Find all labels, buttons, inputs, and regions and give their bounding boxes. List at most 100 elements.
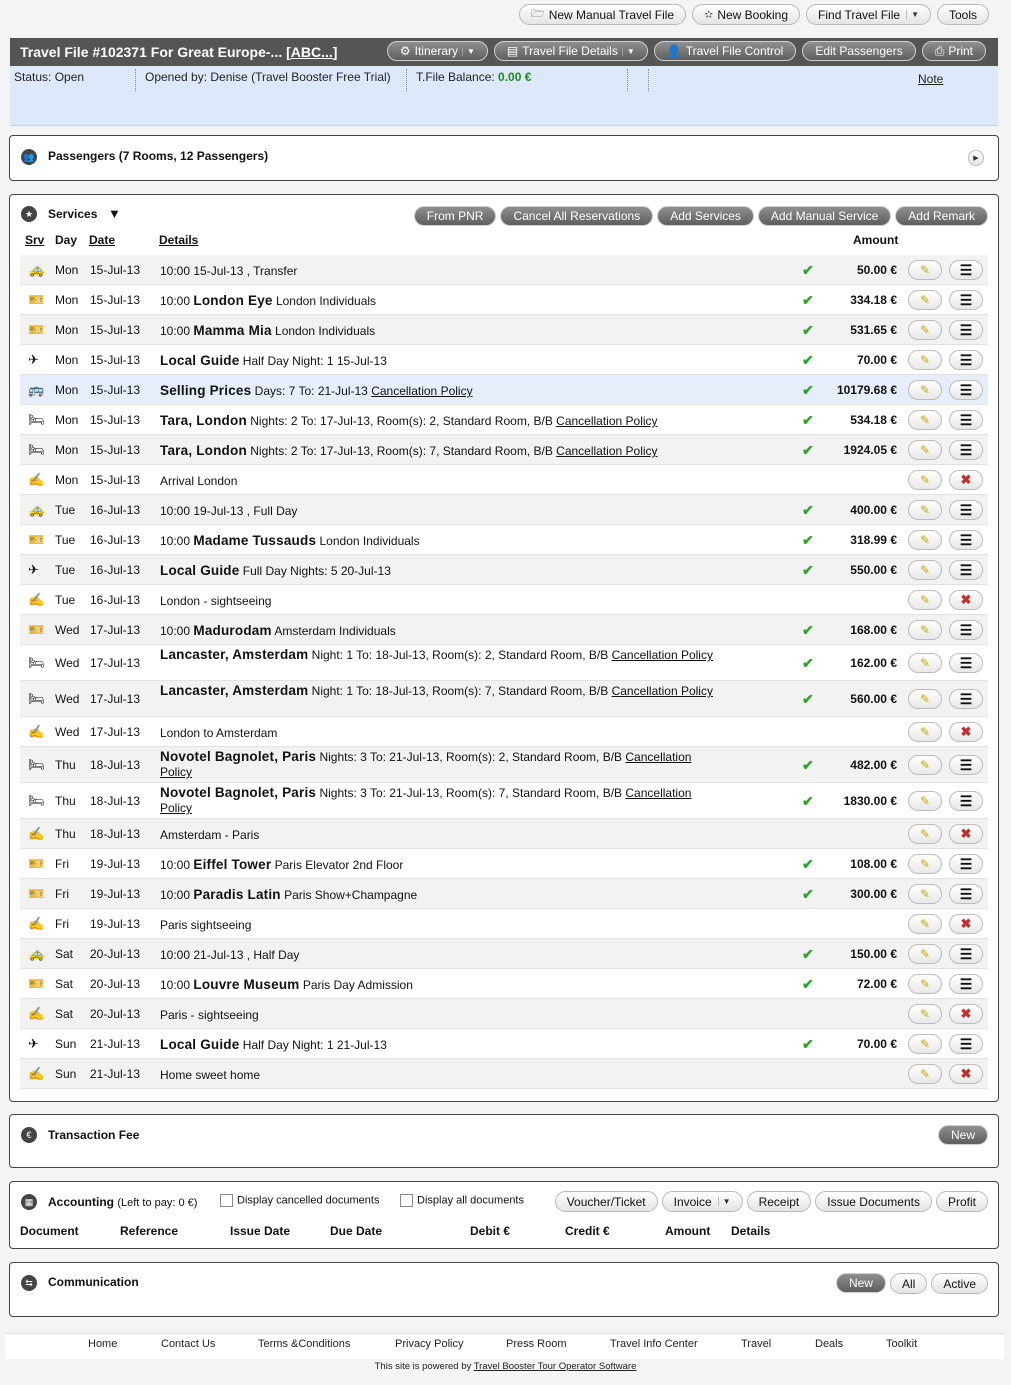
menu-icon[interactable]: ☰ (949, 1034, 983, 1054)
service-row[interactable]: ✈ Tue 16-Jul-13 Local Guide Full Day Nights… (20, 555, 988, 585)
footer-link-press[interactable]: Press Room (506, 1338, 567, 1350)
service-row[interactable]: 🛏 Thu 18-Jul-13 Novotel Bagnolet, Paris Nig… (20, 747, 988, 783)
display-cancelled-checkbox-label[interactable]: Display cancelled documents (220, 1194, 379, 1207)
delete-icon[interactable]: ✖ (949, 470, 983, 490)
footer-link-terms[interactable]: Terms &Conditions (258, 1338, 350, 1350)
edit-pencil-icon[interactable]: ✎ (908, 944, 942, 964)
footer-link-deals[interactable]: Deals (815, 1338, 843, 1350)
edit-pencil-icon[interactable]: ✎ (908, 1064, 942, 1084)
menu-icon[interactable]: ☰ (949, 755, 983, 775)
all-communication-button[interactable]: All (889, 1273, 928, 1294)
footer-link-home[interactable]: Home (88, 1338, 117, 1350)
menu-icon[interactable]: ☰ (949, 380, 983, 400)
cancellation-policy-link[interactable]: Cancellation Policy (556, 414, 657, 428)
service-row[interactable]: 🎫 Mon 15-Jul-13 10:00 London Eye London Ind… (20, 285, 988, 315)
issue-documents-button[interactable]: Issue Documents (815, 1191, 932, 1212)
powered-by-link[interactable]: Travel Booster Tour Operator Software (474, 1361, 637, 1372)
col-date[interactable]: Date (89, 233, 115, 247)
chevron-down-icon[interactable]: ▼ (621, 46, 635, 56)
service-row[interactable]: 🎫 Fri 19-Jul-13 10:00 Paradis Latin Paris S… (20, 879, 988, 909)
service-row[interactable]: 🚕 Tue 16-Jul-13 10:00 19-Jul-13 , Full Day ✔… (20, 495, 988, 525)
edit-pencil-icon[interactable]: ✎ (908, 884, 942, 904)
service-row[interactable]: 🎫 Fri 19-Jul-13 10:00 Eiffel Tower Paris El… (20, 849, 988, 879)
edit-pencil-icon[interactable]: ✎ (908, 350, 942, 370)
service-row[interactable]: ✍ Sat 20-Jul-13 Paris - sightseeing ✎ ✖ (20, 999, 988, 1029)
profit-button[interactable]: Profit (935, 1191, 988, 1212)
service-row[interactable]: ✍ Mon 15-Jul-13 Arrival London ✎ ✖ (20, 465, 988, 495)
edit-pencil-icon[interactable]: ✎ (908, 854, 942, 874)
menu-icon[interactable]: ☰ (949, 791, 983, 811)
edit-pencil-icon[interactable]: ✎ (908, 974, 942, 994)
edit-pencil-icon[interactable]: ✎ (908, 320, 942, 340)
edit-pencil-icon[interactable]: ✎ (908, 410, 942, 430)
tools-button[interactable]: Tools (936, 4, 989, 25)
filter-icon[interactable]: ▼ (108, 206, 121, 221)
edit-pencil-icon[interactable]: ✎ (908, 1034, 942, 1054)
service-row[interactable]: 🛏 Wed 17-Jul-13 Lancaster, Amsterdam Night:… (20, 681, 988, 717)
delete-icon[interactable]: ✖ (949, 824, 983, 844)
service-row[interactable]: 🎫 Mon 15-Jul-13 10:00 Mamma Mia London Indi… (20, 315, 988, 345)
active-communication-button[interactable]: Active (931, 1273, 988, 1294)
menu-icon[interactable]: ☰ (949, 620, 983, 640)
display-all-checkbox-label[interactable]: Display all documents (400, 1194, 524, 1207)
display-all-checkbox[interactable] (400, 1194, 413, 1207)
service-row[interactable]: 🎫 Wed 17-Jul-13 10:00 Madurodam Amsterdam I… (20, 615, 988, 645)
menu-icon[interactable]: ☰ (949, 653, 983, 673)
service-row[interactable]: 🛏 Wed 17-Jul-13 Lancaster, Amsterdam Night:… (20, 645, 988, 681)
service-row[interactable]: 🚕 Mon 15-Jul-13 10:00 15-Jul-13 , Transfer ✔… (20, 255, 988, 285)
from-pnr-button[interactable]: From PNR (413, 206, 497, 226)
chevron-down-icon[interactable]: ▼ (462, 46, 475, 56)
menu-icon[interactable]: ☰ (949, 944, 983, 964)
edit-pencil-icon[interactable]: ✎ (908, 380, 942, 400)
add-services-button[interactable]: Add Services (657, 206, 754, 226)
edit-pencil-icon[interactable]: ✎ (908, 590, 942, 610)
service-row[interactable]: ✍ Fri 19-Jul-13 Paris sightseeing ✎ ✖ (20, 909, 988, 939)
menu-icon[interactable]: ☰ (949, 689, 983, 709)
edit-pencil-icon[interactable]: ✎ (908, 260, 942, 280)
service-row[interactable]: 🚌 Mon 15-Jul-13 Selling Prices Days: 7 To: … (20, 375, 988, 405)
display-cancelled-checkbox[interactable] (220, 1194, 233, 1207)
add-remark-button[interactable]: Add Remark (895, 206, 988, 226)
new-communication-button[interactable]: New (835, 1273, 886, 1293)
footer-link-travel-info[interactable]: Travel Info Center (610, 1338, 698, 1350)
menu-icon[interactable]: ☰ (949, 884, 983, 904)
cancellation-policy-link[interactable]: Cancellation Policy (612, 648, 713, 662)
menu-icon[interactable]: ☰ (949, 440, 983, 460)
service-row[interactable]: 🛏 Thu 18-Jul-13 Novotel Bagnolet, Paris Nig… (20, 783, 988, 819)
footer-link-travel[interactable]: Travel (741, 1338, 771, 1350)
edit-pencil-icon[interactable]: ✎ (908, 620, 942, 640)
menu-icon[interactable]: ☰ (949, 560, 983, 580)
edit-pencil-icon[interactable]: ✎ (908, 755, 942, 775)
menu-icon[interactable]: ☰ (949, 350, 983, 370)
abc-link[interactable]: ABC... (291, 44, 333, 60)
menu-icon[interactable]: ☰ (949, 410, 983, 430)
edit-pencil-icon[interactable]: ✎ (908, 914, 942, 934)
edit-pencil-icon[interactable]: ✎ (908, 722, 942, 742)
edit-pencil-icon[interactable]: ✎ (908, 1004, 942, 1024)
col-srv[interactable]: Srv (25, 233, 44, 247)
invoice-button[interactable]: Invoice ▼ (661, 1191, 743, 1212)
edit-pencil-icon[interactable]: ✎ (908, 440, 942, 460)
menu-icon[interactable]: ☰ (949, 974, 983, 994)
service-row[interactable]: 🛏 Mon 15-Jul-13 Tara, London Nights: 2 To: … (20, 435, 988, 465)
menu-icon[interactable]: ☰ (949, 320, 983, 340)
new-manual-travel-file-button[interactable]: 🗁 New Manual Travel File (519, 4, 687, 25)
delete-icon[interactable]: ✖ (949, 1064, 983, 1084)
print-button[interactable]: ⎙ Print (921, 41, 986, 61)
menu-icon[interactable]: ☰ (949, 260, 983, 280)
service-row[interactable]: ✍ Thu 18-Jul-13 Amsterdam - Paris ✎ ✖ (20, 819, 988, 849)
chevron-down-icon[interactable]: ▼ (906, 10, 919, 19)
service-row[interactable]: ✈ Sun 21-Jul-13 Local Guide Half Day Night:… (20, 1029, 988, 1059)
delete-icon[interactable]: ✖ (949, 722, 983, 742)
receipt-button[interactable]: Receipt (746, 1191, 812, 1212)
delete-icon[interactable]: ✖ (949, 1004, 983, 1024)
edit-pencil-icon[interactable]: ✎ (908, 791, 942, 811)
travel-file-details-button[interactable]: ▤ Travel File Details ▼ (493, 41, 648, 61)
menu-icon[interactable]: ☰ (949, 530, 983, 550)
menu-icon[interactable]: ☰ (949, 290, 983, 310)
edit-pencil-icon[interactable]: ✎ (908, 560, 942, 580)
note-link[interactable]: Note (918, 72, 943, 86)
delete-icon[interactable]: ✖ (949, 914, 983, 934)
expand-arrow-icon[interactable]: ▶ (968, 150, 984, 166)
edit-pencil-icon[interactable]: ✎ (908, 500, 942, 520)
